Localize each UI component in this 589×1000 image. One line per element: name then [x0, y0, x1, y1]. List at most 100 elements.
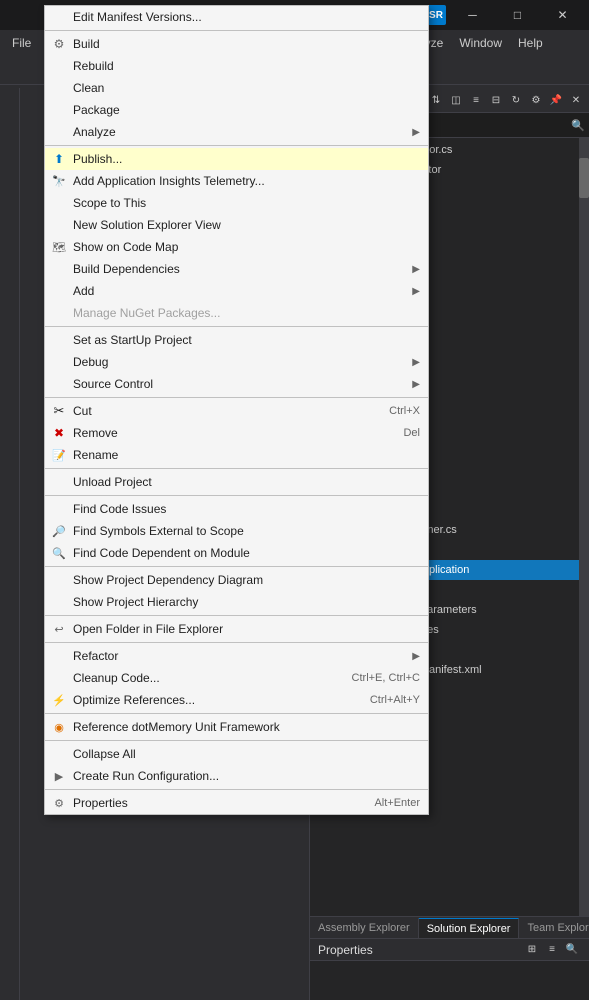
toolbar-pin-btn[interactable]: 📌: [547, 91, 565, 109]
menu-item-build[interactable]: ⚙ Build: [45, 33, 428, 55]
toolbar-collapse-btn[interactable]: ⊟: [487, 91, 505, 109]
menu-item-publish[interactable]: ⬆ Publish...: [45, 148, 428, 170]
menu-item-label: Unload Project: [73, 475, 152, 489]
optimize-icon: ⚡: [51, 692, 67, 708]
menu-item-label: Rebuild: [73, 59, 114, 73]
find-code-icon: 🔍: [51, 545, 67, 561]
menu-item-edit-manifest[interactable]: Edit Manifest Versions...: [45, 6, 428, 28]
menu-item-properties[interactable]: ⚙ Properties Alt+Enter: [45, 792, 428, 814]
menu-item-rename[interactable]: 📝 Rename: [45, 444, 428, 466]
menu-item-manage-nuget: Manage NuGet Packages...: [45, 302, 428, 324]
menu-item-collapse-all[interactable]: Collapse All: [45, 743, 428, 765]
menu-item-label: Source Control: [73, 377, 153, 391]
menu-item-add[interactable]: Add ▶: [45, 280, 428, 302]
menu-file[interactable]: File: [4, 34, 39, 52]
menu-item-show-hierarchy[interactable]: Show Project Hierarchy: [45, 591, 428, 613]
tab-team-explorer[interactable]: Team Explorer: [519, 918, 589, 938]
menu-item-label: Scope to This: [73, 196, 146, 210]
maximize-button[interactable]: □: [495, 0, 540, 30]
menu-item-build-dependencies[interactable]: Build Dependencies ▶: [45, 258, 428, 280]
properties-search-btn[interactable]: 🔍: [563, 941, 581, 959]
menu-item-clean[interactable]: Clean: [45, 77, 428, 99]
build-icon: ⚙: [51, 36, 67, 52]
context-menu: Edit Manifest Versions... ⚙ Build Rebuil…: [44, 5, 429, 815]
menu-item-label: Add Application Insights Telemetry...: [73, 174, 265, 188]
menu-item-unload-project[interactable]: Unload Project: [45, 471, 428, 493]
vertical-scrollbar[interactable]: [579, 138, 589, 978]
menu-item-find-symbols[interactable]: 🔎 Find Symbols External to Scope: [45, 520, 428, 542]
menu-item-label: Publish...: [73, 152, 122, 166]
rename-icon: 📝: [51, 447, 67, 463]
menu-item-label: Open Folder in File Explorer: [73, 622, 223, 636]
scrollbar-thumb[interactable]: [579, 158, 589, 198]
menu-item-show-dep-diagram[interactable]: Show Project Dependency Diagram: [45, 569, 428, 591]
remove-icon: ✖: [51, 425, 67, 441]
menu-item-label: Cut: [73, 404, 92, 418]
menu-item-label: Add: [73, 284, 94, 298]
menu-item-find-code-dependent[interactable]: 🔍 Find Code Dependent on Module: [45, 542, 428, 564]
menu-item-show-code-map[interactable]: 🗺 Show on Code Map: [45, 236, 428, 258]
menu-item-find-code-issues[interactable]: Find Code Issues: [45, 498, 428, 520]
menu-item-label: Find Code Dependent on Module: [73, 546, 250, 560]
toolbar-sync-btn[interactable]: ⇅: [427, 91, 445, 109]
menu-item-label: Remove: [73, 426, 118, 440]
menu-item-source-control[interactable]: Source Control ▶: [45, 373, 428, 395]
submenu-arrow-icon: ▶: [412, 357, 420, 368]
menu-item-cut[interactable]: ✂ Cut Ctrl+X: [45, 400, 428, 422]
menu-item-cleanup-code[interactable]: Cleanup Code... Ctrl+E, Ctrl+C: [45, 667, 428, 689]
menu-separator: [45, 468, 428, 469]
menu-item-rebuild[interactable]: Rebuild: [45, 55, 428, 77]
menu-item-app-insights[interactable]: 🔭 Add Application Insights Telemetry...: [45, 170, 428, 192]
menu-item-dotmemory[interactable]: ◉ Reference dotMemory Unit Framework: [45, 716, 428, 738]
menu-separator: [45, 566, 428, 567]
menu-item-label: Build Dependencies: [73, 262, 180, 276]
menu-item-new-solution-view[interactable]: New Solution Explorer View: [45, 214, 428, 236]
menu-item-label: Show on Code Map: [73, 240, 178, 254]
menu-window[interactable]: Window: [451, 34, 510, 52]
submenu-arrow-icon: ▶: [412, 286, 420, 297]
toolbar-close-btn[interactable]: ✕: [567, 91, 585, 109]
menu-item-label: Refactor: [73, 649, 118, 663]
menu-item-optimize-references[interactable]: ⚡ Optimize References... Ctrl+Alt+Y: [45, 689, 428, 711]
menu-item-create-run-config[interactable]: ▶ Create Run Configuration...: [45, 765, 428, 787]
toolbar-filter-btn[interactable]: ≡: [467, 91, 485, 109]
menu-item-label: Collapse All: [73, 747, 136, 761]
menu-item-label: Show Project Hierarchy: [73, 595, 198, 609]
menu-item-package[interactable]: Package: [45, 99, 428, 121]
search-icon[interactable]: 🔍: [571, 119, 585, 132]
menu-separator: [45, 30, 428, 31]
remove-shortcut: Del: [383, 427, 420, 439]
tab-solution-explorer[interactable]: Solution Explorer: [419, 918, 520, 938]
menu-item-scope-to-this[interactable]: Scope to This: [45, 192, 428, 214]
properties-panel: Properties ⊞ ≡ 🔍: [310, 938, 589, 1000]
properties-toolbar-btn1[interactable]: ⊞: [523, 941, 541, 959]
menu-item-label: Show Project Dependency Diagram: [73, 573, 263, 587]
menu-item-label: Rename: [73, 448, 118, 462]
menu-help[interactable]: Help: [510, 34, 551, 52]
toolbar-show-all-btn[interactable]: ◫: [447, 91, 465, 109]
optimize-shortcut: Ctrl+Alt+Y: [350, 694, 420, 706]
run-config-icon: ▶: [51, 768, 67, 784]
menu-item-label: New Solution Explorer View: [73, 218, 221, 232]
user-avatar: SR: [426, 5, 446, 25]
close-button[interactable]: ✕: [540, 0, 585, 30]
submenu-arrow-icon: ▶: [412, 264, 420, 275]
codemap-icon: 🗺: [51, 239, 67, 255]
find-symbols-icon: 🔎: [51, 523, 67, 539]
menu-separator: [45, 615, 428, 616]
menu-item-open-folder[interactable]: ↩ Open Folder in File Explorer: [45, 618, 428, 640]
menu-item-analyze[interactable]: Analyze ▶: [45, 121, 428, 143]
tab-assembly-explorer[interactable]: Assembly Explorer: [310, 918, 419, 938]
menu-item-debug[interactable]: Debug ▶: [45, 351, 428, 373]
toolbar-refresh-btn[interactable]: ↻: [507, 91, 525, 109]
properties-toolbar-btn2[interactable]: ≡: [543, 941, 561, 959]
toolbar-settings-btn[interactable]: ⚙: [527, 91, 545, 109]
menu-item-label: Cleanup Code...: [73, 671, 160, 685]
submenu-arrow-icon: ▶: [412, 127, 420, 138]
menu-item-remove[interactable]: ✖ Remove Del: [45, 422, 428, 444]
menu-item-refactor[interactable]: Refactor ▶: [45, 645, 428, 667]
properties-header: Properties ⊞ ≡ 🔍: [310, 939, 589, 961]
open-folder-icon: ↩: [51, 621, 67, 637]
minimize-button[interactable]: ─: [450, 0, 495, 30]
menu-item-set-startup[interactable]: Set as StartUp Project: [45, 329, 428, 351]
